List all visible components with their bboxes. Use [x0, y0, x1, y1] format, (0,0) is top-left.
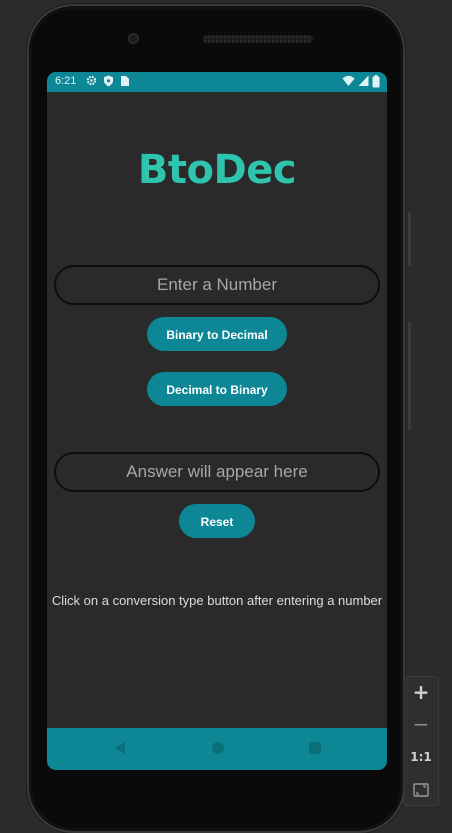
wifi-icon — [342, 75, 355, 86]
zoom-out-button[interactable]: − — [404, 712, 438, 736]
front-camera — [128, 33, 139, 44]
status-time: 6:21 — [55, 75, 77, 87]
decimal-to-binary-button[interactable]: Decimal to Binary — [147, 372, 287, 406]
shield-icon — [104, 75, 113, 87]
sim-card-icon — [121, 76, 129, 86]
power-button[interactable] — [408, 212, 411, 266]
number-input[interactable] — [54, 265, 380, 305]
instruction-text: Click on a conversion type button after … — [51, 593, 383, 608]
actual-size-button[interactable]: 1:1 — [404, 750, 438, 764]
device-screen: 6:21 BtoDec Enter a Number Binary to Dec… — [47, 72, 387, 770]
volume-button[interactable] — [408, 322, 411, 430]
navigation-bar — [47, 728, 387, 770]
app-title: BtoDec — [137, 147, 297, 193]
recents-icon[interactable] — [308, 741, 322, 755]
battery-icon — [372, 75, 380, 88]
earpiece-speaker — [203, 35, 313, 43]
emulator-zoom-toolbar: + − 1:1 — [403, 676, 439, 806]
zoom-in-button[interactable]: + — [404, 680, 438, 704]
binary-to-decimal-button[interactable]: Binary to Decimal — [147, 317, 287, 351]
answer-field — [54, 452, 380, 492]
reset-button[interactable]: Reset — [179, 504, 255, 538]
back-icon[interactable] — [114, 741, 126, 755]
signal-icon — [358, 75, 369, 86]
settings-icon — [86, 75, 97, 86]
fit-screen-icon[interactable] — [413, 783, 429, 797]
home-icon[interactable] — [211, 741, 225, 755]
status-bar: 6:21 — [47, 72, 387, 92]
